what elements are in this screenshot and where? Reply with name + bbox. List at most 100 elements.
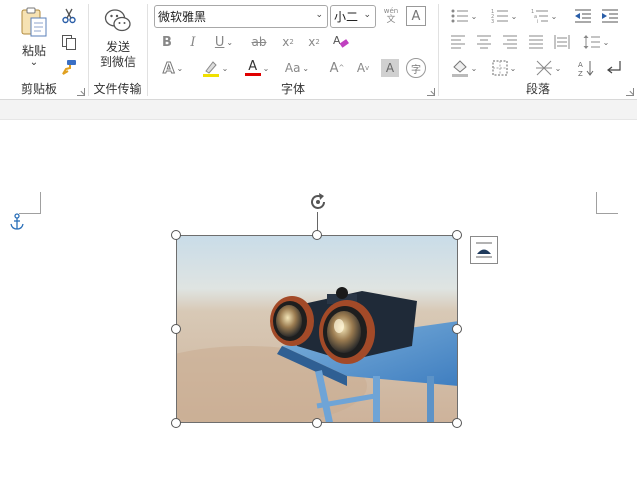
font-size-combo[interactable]: 小二 ⌄ bbox=[330, 5, 376, 28]
phonetic-guide-button[interactable]: wén 文 bbox=[380, 5, 402, 27]
font-color-swatch: A bbox=[244, 60, 261, 76]
text-effects-glyph: A bbox=[162, 59, 175, 78]
character-shading-button[interactable]: A bbox=[381, 59, 399, 77]
borders-icon bbox=[492, 60, 508, 76]
distributed-button[interactable] bbox=[551, 32, 573, 52]
shading-button[interactable]: ⌄ bbox=[447, 58, 481, 78]
align-center-button[interactable] bbox=[473, 32, 495, 52]
wechat-icon bbox=[104, 9, 131, 32]
show-marks-button[interactable] bbox=[603, 58, 625, 78]
line-spacing-icon bbox=[583, 35, 600, 49]
increase-indent-button[interactable] bbox=[599, 6, 621, 26]
font-name-value: 微软雅黑 bbox=[158, 10, 207, 24]
layout-options-button[interactable] bbox=[470, 236, 498, 264]
cut-button[interactable] bbox=[58, 6, 80, 26]
shrink-font-button[interactable]: Av bbox=[352, 58, 374, 78]
font-color-bar bbox=[244, 73, 261, 76]
text-effects-button[interactable]: A ⌄ bbox=[157, 58, 189, 78]
chevron-down-icon[interactable]: ⌄ bbox=[263, 64, 270, 73]
superscript-button[interactable]: x2 bbox=[303, 32, 325, 52]
rotate-handle-icon[interactable] bbox=[306, 190, 330, 214]
increase-indent-icon bbox=[602, 9, 618, 23]
chevron-down-icon[interactable]: ⌄ bbox=[555, 64, 562, 73]
resize-handle-bottom-right[interactable] bbox=[452, 418, 462, 428]
ribbon-document-gap bbox=[0, 100, 637, 120]
chevron-down-icon[interactable]: ⌄ bbox=[315, 10, 323, 20]
chevron-down-icon[interactable]: ⌄ bbox=[603, 38, 610, 47]
resize-handle-right[interactable] bbox=[452, 324, 462, 334]
italic-button[interactable]: I bbox=[183, 32, 203, 52]
resize-handle-bottom-left[interactable] bbox=[171, 418, 181, 428]
align-center-icon bbox=[477, 35, 491, 49]
copy-button[interactable] bbox=[58, 32, 80, 52]
align-left-icon bbox=[451, 35, 465, 49]
chevron-down-icon[interactable]: ⌄ bbox=[510, 64, 517, 73]
paste-dropdown-caret[interactable]: ⌄ bbox=[30, 58, 38, 68]
paragraph-group-label: 段落 bbox=[525, 82, 550, 96]
bold-button[interactable]: B bbox=[157, 32, 177, 52]
multilevel-list-button[interactable]: 1 a i ⌄ bbox=[527, 6, 561, 26]
change-case-button[interactable]: Aa ⌄ bbox=[280, 58, 314, 78]
eraser-icon: A bbox=[333, 34, 349, 48]
chinese-layout-icon bbox=[535, 60, 552, 76]
chevron-down-icon[interactable]: ⌄ bbox=[176, 64, 183, 73]
clear-formatting-button[interactable]: A bbox=[330, 32, 352, 52]
bullets-button[interactable]: ⌄ bbox=[447, 6, 481, 26]
resize-handle-bottom[interactable] bbox=[312, 418, 322, 428]
chevron-down-icon[interactable]: ⌄ bbox=[302, 64, 309, 73]
paragraph-group: ⌄ 1 2 3 ⌄ 1 a i ⌄ ⌄ ⌄ ⌄ ⌄ A Z 段落 bbox=[439, 0, 637, 100]
chevron-down-icon[interactable]: ⌄ bbox=[471, 64, 478, 73]
chevron-down-icon[interactable]: ⌄ bbox=[471, 12, 478, 21]
chevron-down-icon[interactable]: ⌄ bbox=[551, 12, 558, 21]
resize-handle-top-left[interactable] bbox=[171, 230, 181, 240]
sort-button[interactable]: A Z bbox=[575, 58, 597, 78]
sort-az-icon: A Z bbox=[578, 61, 594, 77]
multilevel-list-icon: 1 a i bbox=[531, 9, 548, 24]
align-right-icon bbox=[503, 35, 517, 49]
highlight-button[interactable]: ⌄ bbox=[198, 58, 232, 78]
resize-handle-top-right[interactable] bbox=[452, 230, 462, 240]
grow-font-button[interactable]: A ^ bbox=[326, 58, 348, 78]
chinese-layout-button[interactable]: ⌄ bbox=[531, 58, 565, 78]
inserted-picture[interactable] bbox=[176, 235, 458, 423]
binoculars-photo bbox=[177, 236, 457, 422]
align-left-button[interactable] bbox=[447, 32, 469, 52]
paragraph-mark-icon bbox=[607, 61, 621, 74]
chevron-down-icon[interactable]: ⌄ bbox=[222, 64, 229, 73]
line-spacing-button[interactable]: ⌄ bbox=[579, 32, 613, 52]
copy-icon bbox=[62, 35, 76, 50]
clipboard-group: 粘贴 ⌄ 剪贴板 bbox=[0, 0, 88, 100]
chevron-down-icon[interactable]: ⌄ bbox=[511, 12, 518, 21]
underline-button[interactable]: U ⌄ bbox=[208, 32, 240, 52]
resize-handle-top[interactable] bbox=[312, 230, 322, 240]
strikethrough-button[interactable]: ab bbox=[247, 32, 271, 52]
justify-button[interactable] bbox=[525, 32, 547, 52]
character-border-button[interactable]: A bbox=[406, 6, 426, 26]
clipboard-group-label: 剪贴板 bbox=[20, 82, 57, 96]
enclose-character-button[interactable]: 字 bbox=[406, 58, 426, 78]
font-name-combo[interactable]: 微软雅黑 ⌄ bbox=[154, 5, 328, 28]
format-painter-button[interactable] bbox=[58, 57, 80, 77]
resize-handle-left[interactable] bbox=[171, 324, 181, 334]
chevron-down-icon[interactable]: ⌄ bbox=[226, 38, 233, 47]
svg-text:Z: Z bbox=[578, 70, 583, 77]
paragraph-dialog-launcher[interactable] bbox=[626, 88, 634, 96]
subscript-button[interactable]: x2 bbox=[277, 32, 299, 52]
clipboard-dialog-launcher[interactable] bbox=[77, 88, 85, 96]
svg-text:i: i bbox=[537, 19, 538, 24]
superscript-glyph: x bbox=[308, 35, 316, 49]
align-right-button[interactable] bbox=[499, 32, 521, 52]
send-to-wechat-button[interactable]: 发送 到微信 bbox=[93, 8, 143, 74]
anchor-icon[interactable] bbox=[9, 213, 25, 231]
rotate-handle-stem bbox=[317, 212, 318, 231]
font-color-button[interactable]: A ⌄ bbox=[240, 58, 274, 78]
decrease-indent-button[interactable] bbox=[572, 6, 594, 26]
pinyin-char: 文 bbox=[386, 15, 396, 25]
font-dialog-launcher[interactable] bbox=[427, 88, 435, 96]
scissors-icon bbox=[62, 8, 76, 24]
borders-button[interactable]: ⌄ bbox=[487, 58, 521, 78]
chevron-down-icon[interactable]: ⌄ bbox=[363, 10, 371, 20]
numbering-button[interactable]: 1 2 3 ⌄ bbox=[487, 6, 521, 26]
paste-button[interactable]: 粘贴 ⌄ bbox=[16, 6, 52, 72]
distributed-align-icon bbox=[554, 35, 570, 49]
